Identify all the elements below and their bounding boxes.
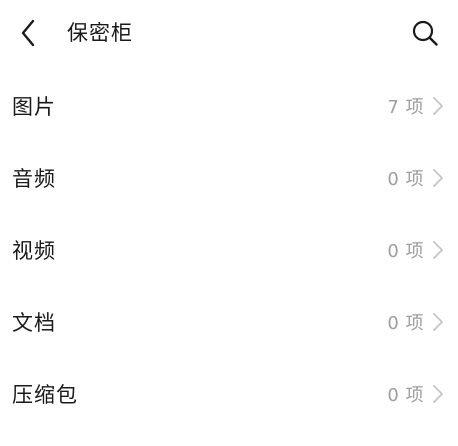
list-item-label: 压缩包 [12, 383, 78, 407]
list-item-label: 图片 [12, 95, 56, 119]
category-list: 图片 7 项 音频 0 项 视频 0 项 文档 0 项 压缩包 0 项 [0, 70, 458, 430]
list-item-audio[interactable]: 音频 0 项 [0, 142, 458, 214]
list-item-meta: 0 项 [387, 237, 444, 263]
item-count: 0 项 [387, 169, 424, 190]
chevron-right-icon [432, 168, 444, 188]
list-item-meta: 0 项 [387, 381, 444, 407]
list-item-archives[interactable]: 压缩包 0 项 [0, 358, 458, 430]
chevron-right-icon [432, 96, 444, 116]
page-title: 保密柜 [67, 21, 133, 45]
app-screen: 保密柜 图片 7 项 音频 0 项 视频 0 项 文档 0 项 压缩包 0 项 [0, 0, 458, 446]
chevron-right-icon [432, 384, 444, 404]
list-item-meta: 0 项 [387, 309, 444, 335]
top-app-bar: 保密柜 [0, 0, 458, 66]
search-icon [412, 20, 438, 46]
item-count: 0 项 [387, 241, 424, 262]
list-item-video[interactable]: 视频 0 项 [0, 214, 458, 286]
list-item-meta: 0 项 [387, 165, 444, 191]
list-item-label: 视频 [12, 239, 56, 263]
list-item-meta: 7 项 [387, 93, 444, 119]
item-count: 0 项 [387, 313, 424, 334]
chevron-right-icon [432, 312, 444, 332]
item-count: 0 项 [387, 385, 424, 406]
list-item-documents[interactable]: 文档 0 项 [0, 286, 458, 358]
item-count: 7 项 [387, 97, 424, 118]
search-button[interactable] [410, 18, 440, 48]
list-item-label: 音频 [12, 167, 56, 191]
chevron-right-icon [432, 240, 444, 260]
back-button[interactable] [14, 17, 42, 49]
list-item-images[interactable]: 图片 7 项 [0, 70, 458, 142]
list-item-label: 文档 [12, 311, 56, 335]
chevron-left-icon [21, 19, 35, 47]
